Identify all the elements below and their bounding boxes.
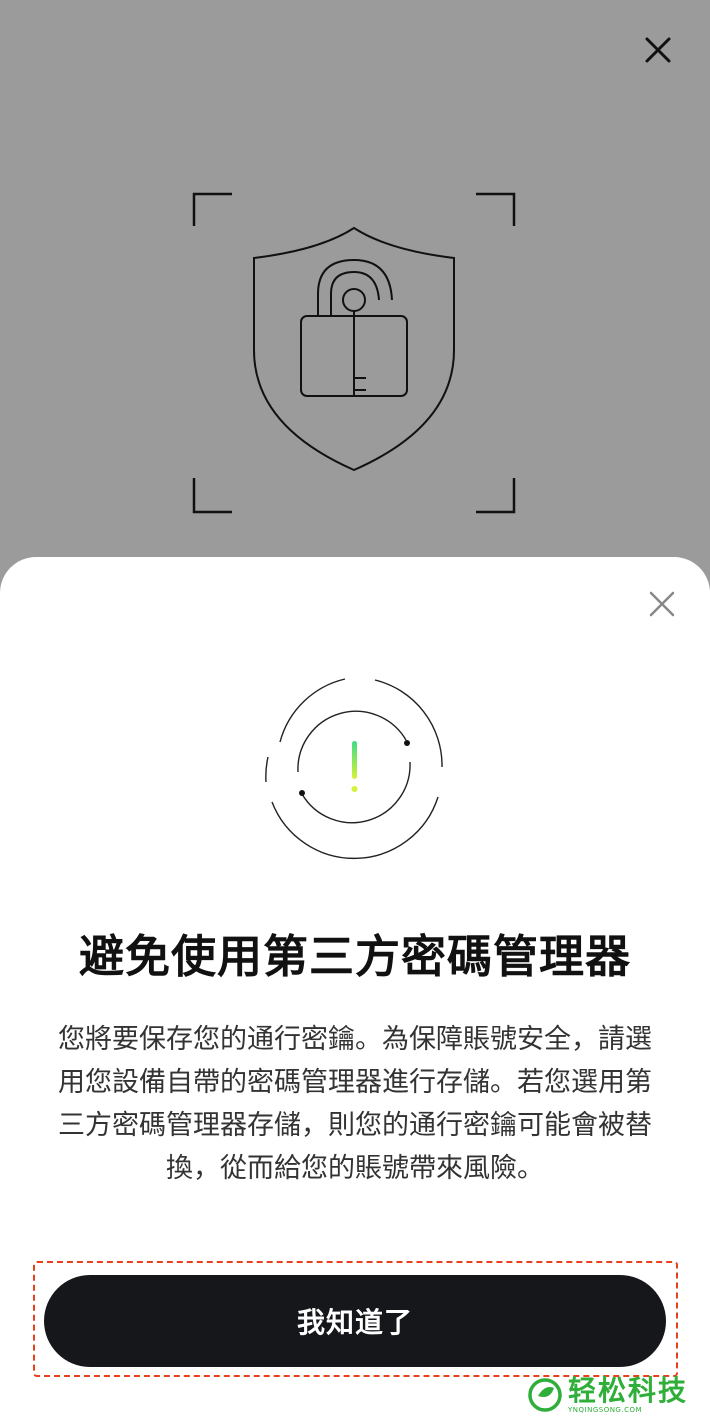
exclamation-circle-icon [265,678,443,860]
top-close-button[interactable] [636,28,680,72]
shield-unlocked-padlock-icon [192,192,516,514]
watermark-text: 轻松科技 [568,1374,689,1407]
watermark: 轻松科技 YNQINGSONG.COM [526,1374,706,1416]
leaf-logo [528,1378,562,1412]
dialog-title: 避免使用第三方密碼管理器 [78,930,631,983]
shield-illustration [190,190,520,516]
close-icon [645,37,671,63]
alert-graphic [260,672,450,862]
confirm-button[interactable]: 我知道了 [44,1275,666,1367]
sheet-close-button[interactable] [640,582,684,626]
close-icon [649,591,675,617]
dialog-description: 您將要保存您的通行密鑰。為保障賬號安全，請選用您設備自帶的密碼管理器進行存儲。若… [58,1024,652,1184]
watermark-subtext: YNQINGSONG.COM [568,1406,643,1414]
